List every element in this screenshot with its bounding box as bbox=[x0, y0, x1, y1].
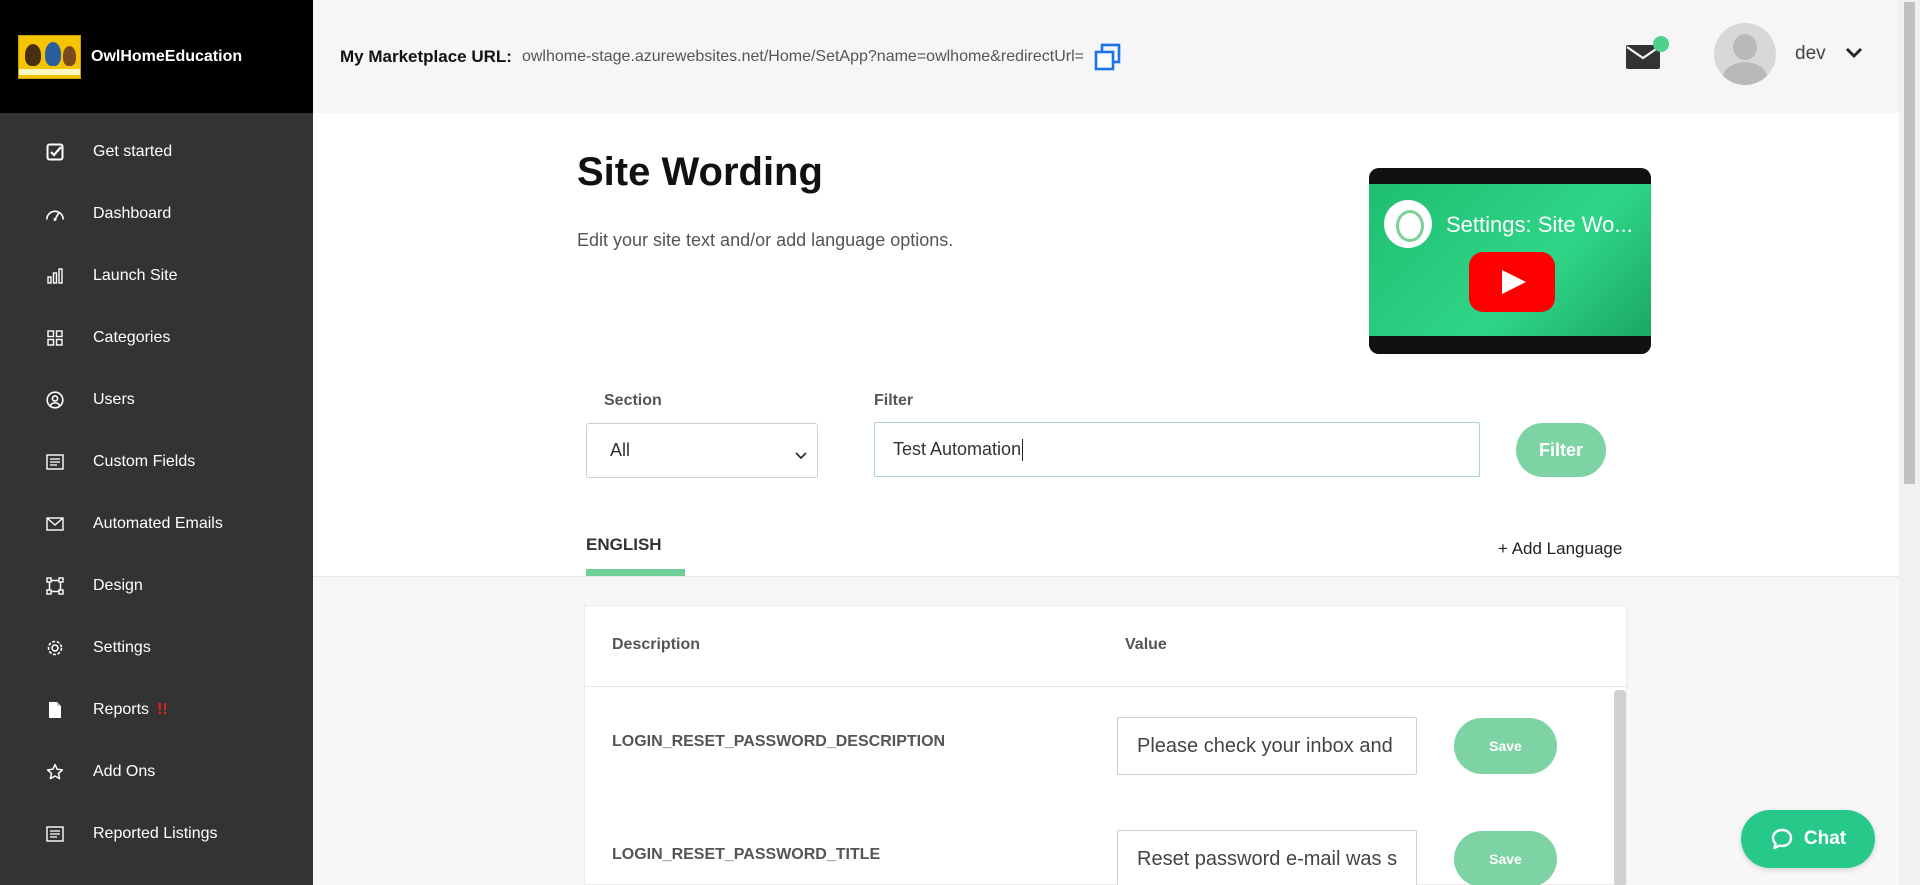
chat-label: Chat bbox=[1803, 828, 1847, 849]
sidebar-item-label: Settings bbox=[93, 639, 151, 656]
filter-input-value: Test Automation bbox=[893, 439, 1022, 459]
channel-logo-icon bbox=[1384, 200, 1432, 248]
notification-dot bbox=[1653, 36, 1669, 52]
sidebar-item-label: Add Ons bbox=[93, 763, 156, 780]
brand[interactable]: OwlHomeEducation bbox=[0, 0, 313, 113]
sidebar-item-automated-emails[interactable]: Automated Emails bbox=[0, 493, 313, 555]
checkbox-icon bbox=[45, 142, 65, 162]
row-value-input[interactable]: Reset password e-mail was s bbox=[1117, 830, 1417, 885]
sidebar-nav: Get started Dashboard Launch Site Catego… bbox=[0, 113, 313, 865]
table-scrollbar[interactable] bbox=[1614, 690, 1626, 885]
section-select[interactable]: All bbox=[586, 423, 818, 478]
page-scrollbar[interactable] bbox=[1899, 0, 1920, 885]
video-title: Settings: Site Wo... bbox=[1446, 212, 1633, 237]
copy-icon[interactable] bbox=[1094, 42, 1124, 72]
sidebar: OwlHomeEducation Get started Dashboard L… bbox=[0, 0, 313, 885]
sidebar-item-label: Design bbox=[93, 577, 143, 594]
active-tab-indicator bbox=[586, 569, 685, 576]
save-button[interactable]: Save bbox=[1454, 831, 1557, 885]
column-header-description: Description bbox=[612, 636, 701, 653]
sidebar-item-settings[interactable]: Settings bbox=[0, 617, 313, 679]
main-content bbox=[313, 113, 1899, 576]
section-select-value: All bbox=[610, 440, 631, 460]
brand-name: OwlHomeEducation bbox=[91, 47, 243, 65]
filter-label: Filter bbox=[874, 392, 914, 409]
star-icon bbox=[45, 762, 65, 782]
chevron-down-icon[interactable] bbox=[1845, 46, 1863, 60]
brand-logo bbox=[18, 34, 81, 79]
chat-bubble-icon bbox=[1770, 827, 1794, 851]
sidebar-item-label: Launch Site bbox=[93, 267, 178, 284]
row-key: LOGIN_RESET_PASSWORD_DESCRIPTION bbox=[612, 733, 946, 750]
sidebar-item-label: Get started bbox=[93, 143, 173, 160]
sidebar-item-label: Automated Emails bbox=[93, 515, 223, 532]
marketplace-url[interactable]: owlhome-stage.azurewebsites.net/Home/Set… bbox=[522, 48, 1084, 66]
gauge-icon bbox=[45, 204, 65, 224]
avatar[interactable] bbox=[1714, 23, 1776, 85]
sidebar-item-launch-site[interactable]: Launch Site bbox=[0, 245, 313, 307]
file-icon bbox=[45, 700, 65, 720]
add-language-link[interactable]: + Add Language bbox=[1498, 539, 1622, 559]
sidebar-item-label: Dashboard bbox=[93, 205, 172, 222]
grid-icon bbox=[45, 328, 65, 348]
frame-icon bbox=[45, 576, 65, 596]
video-thumbnail: Settings: Site Wo... bbox=[1369, 184, 1651, 336]
sidebar-item-get-started[interactable]: Get started bbox=[0, 121, 313, 183]
chat-button[interactable]: Chat bbox=[1741, 810, 1875, 868]
row-value-input[interactable]: Please check your inbox and bbox=[1117, 717, 1417, 775]
page-subtitle: Edit your site text and/or add language … bbox=[577, 230, 954, 250]
chevron-down-icon bbox=[795, 444, 807, 465]
sidebar-item-label: Categories bbox=[93, 329, 171, 346]
sidebar-item-label: Custom Fields bbox=[93, 453, 196, 470]
wording-table: Description Value LOGIN_RESET_PASSWORD_D… bbox=[584, 605, 1628, 885]
envelope-icon bbox=[45, 514, 65, 534]
list-icon bbox=[45, 452, 65, 472]
sidebar-item-reports[interactable]: Reports !! bbox=[0, 679, 313, 741]
filter-button[interactable]: Filter bbox=[1516, 423, 1606, 477]
list-icon bbox=[45, 824, 65, 844]
sidebar-item-reported-listings[interactable]: Reported Listings bbox=[0, 803, 313, 865]
top-bar: My Marketplace URL: owlhome-stage.azurew… bbox=[313, 0, 1899, 113]
sidebar-item-dashboard[interactable]: Dashboard bbox=[0, 183, 313, 245]
sidebar-item-design[interactable]: Design bbox=[0, 555, 313, 617]
filter-input[interactable]: Test Automation bbox=[874, 422, 1480, 477]
sidebar-item-label: Reports bbox=[93, 701, 150, 718]
user-name[interactable]: dev bbox=[1795, 43, 1826, 65]
gear-icon bbox=[45, 638, 65, 658]
bar-chart-icon bbox=[45, 266, 65, 286]
sidebar-item-custom-fields[interactable]: Custom Fields bbox=[0, 431, 313, 493]
play-icon[interactable] bbox=[1469, 252, 1555, 312]
sidebar-item-label: Users bbox=[93, 391, 135, 408]
sidebar-item-label: Reported Listings bbox=[93, 825, 218, 842]
user-circle-icon bbox=[45, 390, 65, 410]
sidebar-item-users[interactable]: Users bbox=[0, 369, 313, 431]
tab-english[interactable]: ENGLISH bbox=[586, 535, 662, 555]
tutorial-video[interactable]: Settings: Site Wo... bbox=[1369, 168, 1651, 354]
row-key: LOGIN_RESET_PASSWORD_TITLE bbox=[612, 846, 881, 863]
sidebar-item-categories[interactable]: Categories bbox=[0, 307, 313, 369]
sidebar-item-add-ons[interactable]: Add Ons bbox=[0, 741, 313, 803]
column-header-value: Value bbox=[1125, 636, 1167, 653]
section-label: Section bbox=[604, 392, 662, 409]
alert-badge: !! bbox=[157, 701, 168, 718]
page-title: Site Wording bbox=[577, 150, 823, 194]
save-button[interactable]: Save bbox=[1454, 718, 1557, 774]
marketplace-url-label: My Marketplace URL: bbox=[340, 46, 512, 66]
